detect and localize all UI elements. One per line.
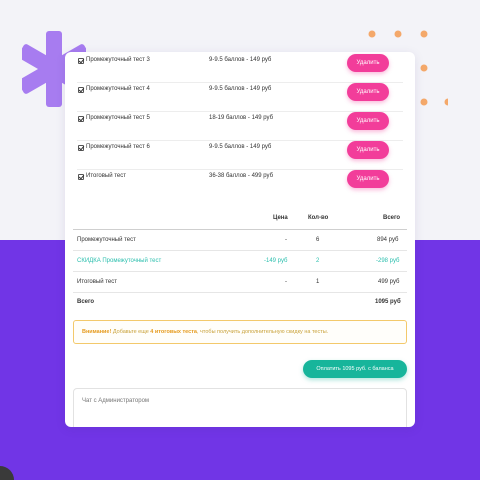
order-card: Промежуточный тест 3 9-9.5 баллов - 149 … — [65, 52, 415, 427]
checkbox-checked-icon[interactable] — [78, 145, 84, 151]
test-name: Промежуточный тест 5 — [86, 115, 150, 121]
test-score-price: 9-9.5 баллов - 149 руб — [209, 86, 272, 92]
summary-row-name: Итоговый тест — [77, 279, 118, 285]
test-name: Промежуточный тест 6 — [86, 144, 150, 150]
column-header-price: Цена — [273, 215, 288, 221]
delete-button[interactable]: Удалить — [347, 83, 389, 101]
checkbox-checked-icon[interactable] — [78, 116, 84, 122]
divider — [73, 271, 407, 272]
summary-row-total: 499 руб — [378, 279, 400, 285]
grand-total-label: Всего — [77, 299, 95, 305]
discount-row-total: -298 руб — [376, 258, 400, 264]
test-name: Промежуточный тест 4 — [86, 86, 150, 92]
test-score-price: 18-19 баллов - 149 руб — [209, 115, 274, 121]
column-header-total: Всего — [383, 215, 401, 221]
summary-row-name: Промежуточный тест — [77, 237, 136, 243]
summary-row-total: 894 руб — [377, 237, 399, 243]
checkbox-checked-icon[interactable] — [78, 58, 84, 64]
test-score-price: 9-9.5 баллов - 149 руб — [209, 57, 272, 63]
admin-chat-input[interactable] — [73, 388, 407, 427]
test-score-price: 9-9.5 баллов - 149 руб — [209, 144, 272, 150]
notice-highlight: 4 итоговых теста — [150, 329, 197, 335]
divider — [73, 250, 407, 251]
discount-row-name: СКИДКА Промежуточный тест — [77, 258, 162, 264]
summary-row-qty: 6 — [316, 237, 320, 243]
summary-row-price: - — [285, 237, 287, 243]
delete-button[interactable]: Удалить — [347, 112, 389, 130]
checkbox-checked-icon[interactable] — [78, 87, 84, 93]
test-score-price: 36-38 баллов - 499 руб — [209, 173, 274, 179]
pay-from-balance-button[interactable]: Оплатить 1095 руб. с баланса — [303, 360, 407, 378]
notice-text: Добавьте еще — [111, 329, 151, 335]
delete-button[interactable]: Удалить — [347, 54, 389, 72]
notice-text: , чтобы получить дополнительную скидку н… — [196, 329, 329, 335]
discount-row-price: -149 руб — [264, 258, 288, 264]
summary-row-qty: 1 — [316, 279, 320, 285]
summary-row-price: - — [285, 279, 287, 285]
divider — [73, 292, 407, 293]
test-name: Итоговый тест — [86, 173, 127, 179]
discount-notice: Внимание! Добавьте еще 4 итоговых теста,… — [73, 320, 407, 344]
test-name: Промежуточный тест 3 — [86, 57, 150, 63]
grand-total-value: 1095 руб — [375, 299, 401, 305]
delete-button[interactable]: Удалить — [347, 141, 389, 159]
discount-row-qty: 2 — [316, 258, 320, 264]
column-header-qty: Кол-во — [308, 215, 329, 221]
divider — [73, 229, 407, 230]
delete-button[interactable]: Удалить — [347, 170, 389, 188]
notice-attention: Внимание! — [82, 329, 112, 335]
checkbox-checked-icon[interactable] — [78, 174, 84, 180]
